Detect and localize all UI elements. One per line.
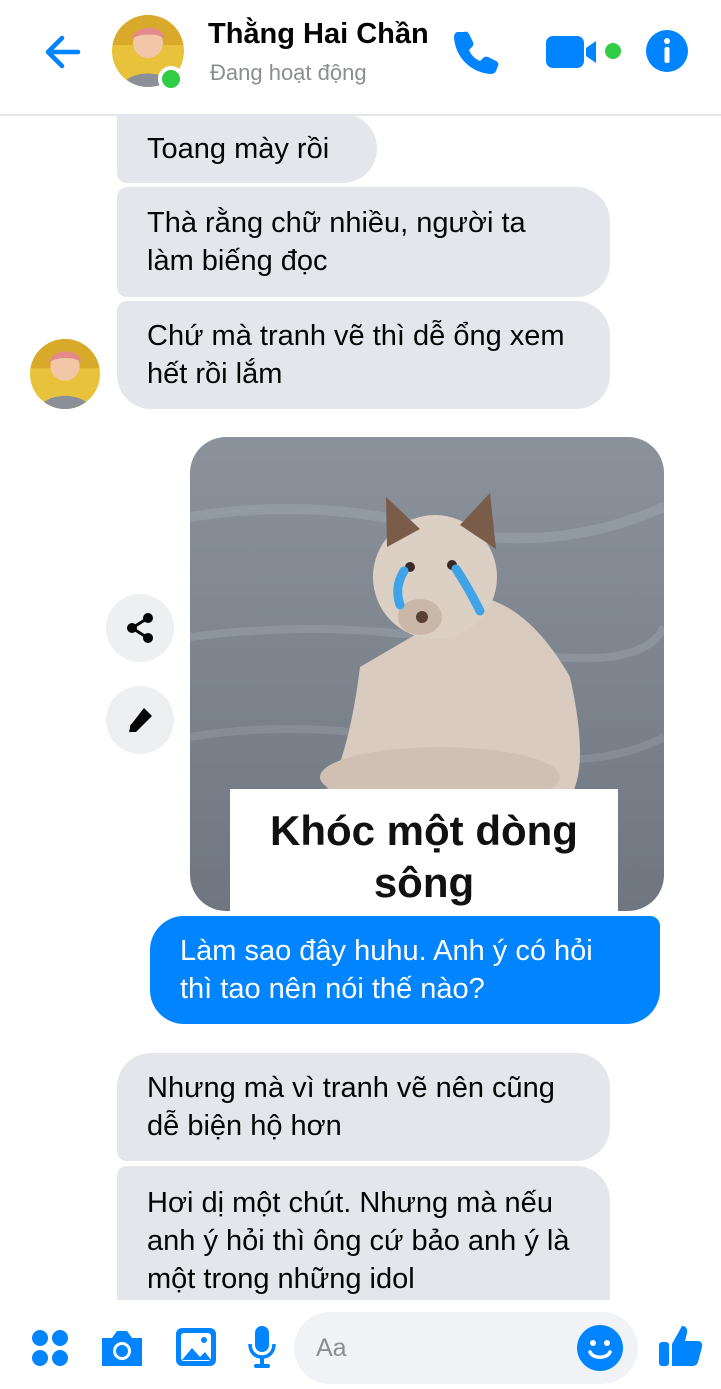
- image-icon[interactable]: [174, 1326, 218, 1368]
- sender-avatar[interactable]: [30, 339, 100, 409]
- image-caption: Khóc một dòng sông: [270, 807, 578, 906]
- contact-name[interactable]: Thằng Hai Chần: [208, 18, 429, 51]
- incoming-message[interactable]: Chứ mà tranh vẽ thì dễ ổng xem hết rồi l…: [117, 301, 610, 409]
- incoming-message[interactable]: Toang mày rồi: [117, 114, 377, 183]
- message-input[interactable]: Aa: [294, 1312, 638, 1384]
- phone-icon[interactable]: [450, 26, 502, 78]
- incoming-message[interactable]: Nhưng mà vì tranh vẽ nên cũng dễ biện hộ…: [117, 1053, 610, 1161]
- emoji-icon[interactable]: [576, 1324, 624, 1372]
- video-online-dot: [605, 43, 621, 59]
- share-icon: [127, 613, 153, 643]
- message-placeholder: Aa: [316, 1334, 347, 1362]
- menu-dots-icon[interactable]: [30, 1328, 70, 1368]
- edit-button[interactable]: [106, 686, 174, 754]
- contact-status: Đang hoạt động: [210, 60, 367, 85]
- thumbs-up-icon[interactable]: [656, 1320, 706, 1370]
- image-message[interactable]: Khóc một dòng sông: [190, 437, 664, 911]
- video-icon[interactable]: [544, 32, 606, 72]
- outgoing-message[interactable]: Làm sao đây huhu. Anh ý có hỏi thì tao n…: [150, 916, 660, 1024]
- pencil-icon: [129, 708, 152, 733]
- info-icon[interactable]: [645, 29, 689, 73]
- share-button[interactable]: [106, 594, 174, 662]
- incoming-message[interactable]: Thà rằng chữ nhiều, người ta làm biếng đ…: [117, 187, 610, 297]
- online-indicator: [158, 66, 184, 92]
- back-arrow-icon[interactable]: [38, 28, 86, 76]
- microphone-icon[interactable]: [246, 1324, 278, 1370]
- image-caption-box: Khóc một dòng sông: [230, 789, 618, 911]
- camera-icon[interactable]: [98, 1326, 146, 1370]
- chat-header: Thằng Hai Chần Đang hoạt động: [0, 0, 721, 116]
